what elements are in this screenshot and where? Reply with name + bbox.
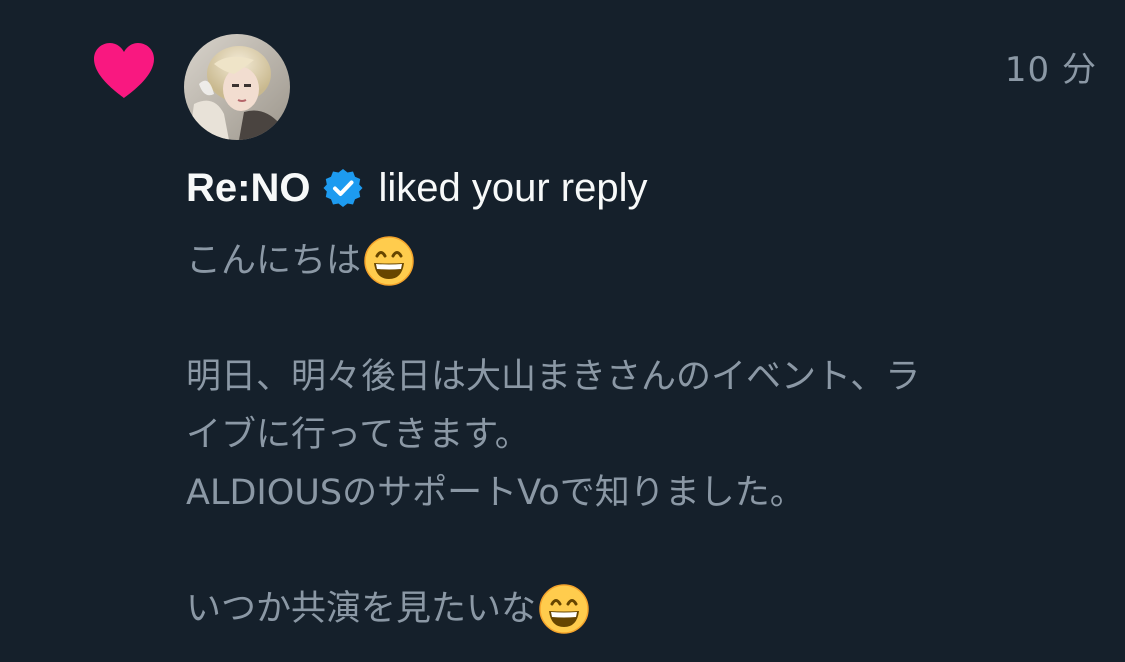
reply-line-text: こんにちは [186,241,362,281]
user-name-link[interactable]: Re:NO [186,166,310,211]
like-notification[interactable]: 10 分 Re:NO liked your reply こんにちは 明日、明々後… [0,0,1125,662]
reply-line-text: イブに行ってきます。 [186,415,530,455]
reply-line: こんにちは [186,232,1086,290]
reply-line-text: ALDIOUSのサポートVoで知りました。 [186,473,805,513]
reply-line: いつか共演を見たいな [186,580,1086,638]
reply-line: 明日、明々後日は大山まきさんのイベント、ラ [186,348,1086,406]
reply-line: イブに行ってきます。 [186,406,1086,464]
grinning-face-emoji [538,583,590,635]
avatar[interactable] [184,34,290,140]
reply-line-text: 明日、明々後日は大山まきさんのイベント、ラ [186,357,921,397]
reply-text[interactable]: こんにちは 明日、明々後日は大山まきさんのイベント、ラ イブに行ってきます。 A… [186,232,1086,638]
grinning-face-emoji [363,235,415,287]
verified-badge-icon [322,167,364,209]
heart-icon [92,42,156,100]
action-text: liked your reply [378,165,648,210]
reply-line: ALDIOUSのサポートVoで知りました。 [186,464,1086,522]
timestamp: 10 分 [1004,50,1097,90]
reply-line-text: いつか共演を見たいな [186,589,537,629]
notification-headline: Re:NO liked your reply [186,162,647,214]
